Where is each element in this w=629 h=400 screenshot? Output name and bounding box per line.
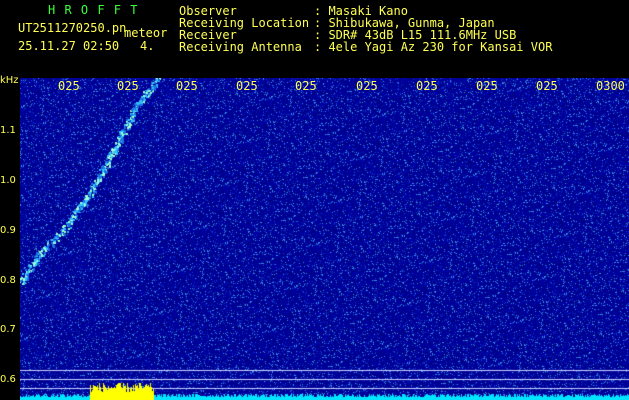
event-tag: meteor <box>124 26 168 40</box>
y-axis-unit: kHz <box>0 75 19 86</box>
field-value-antenna: : 4ele Yagi Az 230 for Kansai VOR <box>314 40 553 54</box>
y-tick: 1.1 <box>0 125 16 136</box>
index: 4. <box>140 39 155 53</box>
y-tick: 0.8 <box>0 275 16 286</box>
x-tick: 0300 <box>596 79 625 93</box>
x-tick: 025 <box>295 79 317 93</box>
x-tick: 025 <box>176 79 198 93</box>
field-label-antenna: Receiving Antenna <box>179 40 302 54</box>
spectrogram <box>20 78 629 400</box>
x-tick: 025 <box>536 79 558 93</box>
header-panel: H R O F F T UT2511270250.pn meteor 25.11… <box>0 0 629 78</box>
y-tick: 0.7 <box>0 324 16 335</box>
x-tick: 025 <box>356 79 378 93</box>
app-name: H R O F F T <box>48 3 139 17</box>
x-tick: 025 <box>416 79 438 93</box>
x-tick: 025 <box>58 79 80 93</box>
y-tick: 1.0 <box>0 175 16 186</box>
x-tick: 025 <box>236 79 258 93</box>
datetime: 25.11.27 02:50 <box>18 39 120 53</box>
y-tick: 0.9 <box>0 225 16 236</box>
x-tick: 025 <box>476 79 498 93</box>
x-tick: 025 <box>117 79 139 93</box>
y-tick: 0.6 <box>0 374 16 385</box>
filename: UT2511270250.pn <box>18 21 127 35</box>
